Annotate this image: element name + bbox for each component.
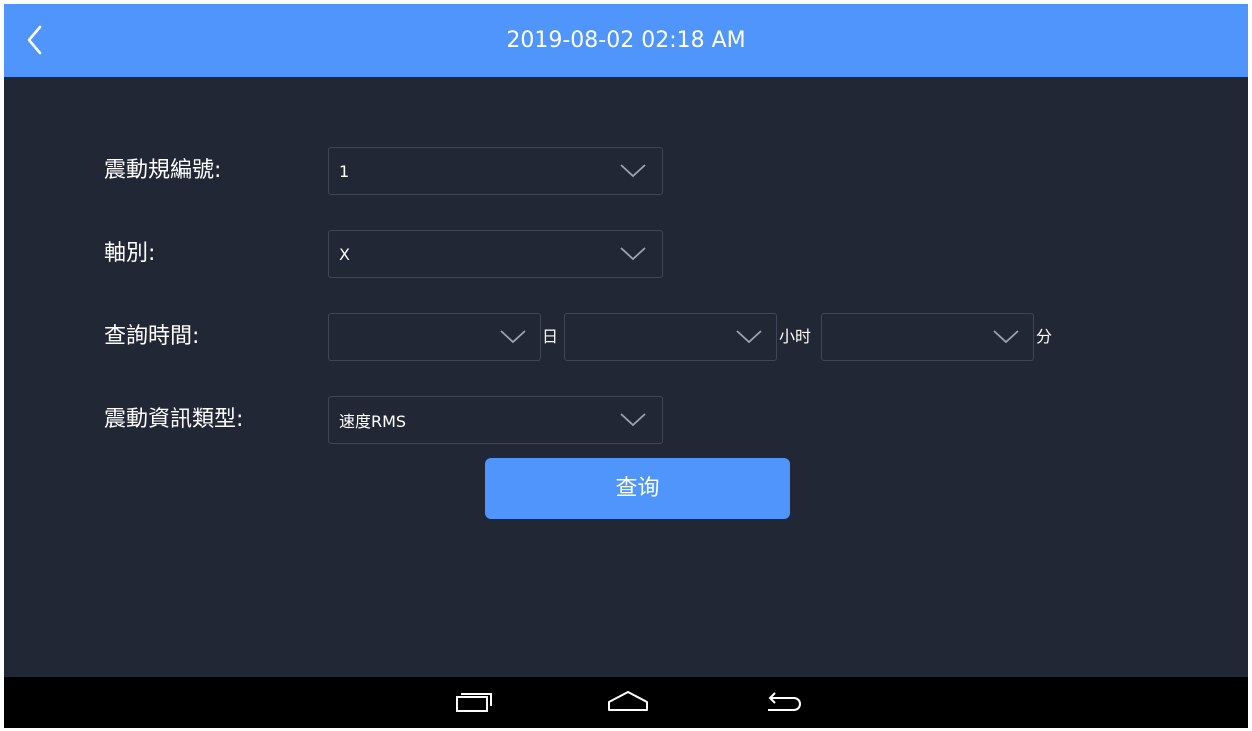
hour-unit: 小时 <box>779 327 812 346</box>
minute-unit: 分 <box>1036 327 1053 346</box>
info-type-label: 震動資訊類型: <box>104 407 244 432</box>
nav-back-button[interactable] <box>761 687 805 717</box>
chevron-down-icon <box>993 330 1019 344</box>
chevron-down-icon <box>620 413 646 427</box>
top-bar: 2019-08-02 02:18 AM <box>4 4 1248 77</box>
page-title: 2019-08-02 02:18 AM <box>506 28 746 53</box>
chevron-down-icon <box>500 330 526 344</box>
query-time-label: 查詢時間: <box>104 324 200 349</box>
day-unit: 日 <box>542 327 559 346</box>
home-icon <box>608 691 648 711</box>
sensor-no-label: 震動規編號: <box>104 158 222 183</box>
info-type-value: 速度RMS <box>339 412 407 431</box>
query-button[interactable]: 查询 <box>485 458 790 519</box>
system-nav-bar <box>4 677 1248 728</box>
sensor-no-value: 1 <box>339 161 350 181</box>
day-select[interactable] <box>328 313 541 361</box>
recent-apps-icon <box>456 693 492 712</box>
back-icon <box>768 692 801 711</box>
minute-select[interactable] <box>821 313 1034 361</box>
chevron-down-icon <box>736 330 762 344</box>
hour-select[interactable] <box>564 313 777 361</box>
axis-value: X <box>339 244 350 264</box>
axis-select[interactable]: X <box>328 230 663 278</box>
sensor-no-select[interactable]: 1 <box>328 147 663 195</box>
info-type-select[interactable]: 速度RMS <box>328 396 663 444</box>
chevron-down-icon <box>620 247 646 261</box>
home-button[interactable] <box>606 687 650 717</box>
recent-apps-button[interactable] <box>453 687 497 717</box>
chevron-down-icon <box>620 164 646 178</box>
app-frame: 2019-08-02 02:18 AM 震動規編號: 1 軸別: X 查詢時間:… <box>4 4 1248 728</box>
axis-label: 軸別: <box>104 241 156 266</box>
